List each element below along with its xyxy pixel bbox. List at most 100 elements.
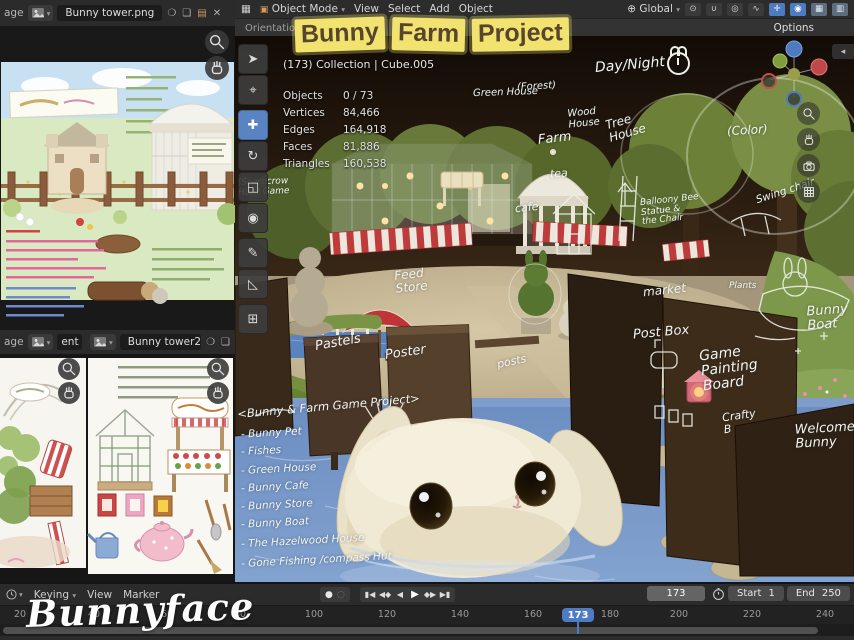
reference-image-bunny-tower[interactable] bbox=[0, 26, 235, 330]
pivot-point-dropdown[interactable]: ⊙ bbox=[685, 3, 701, 16]
viewport-zoom-icon[interactable] bbox=[797, 102, 820, 125]
viewport-scene[interactable]: ➤ ⌖ ✚ ↻ ◱ ◉ ✎ ◺ ⊞ (173) Collection | Cub… bbox=[235, 36, 854, 582]
menu-object[interactable]: Object bbox=[459, 3, 493, 15]
rotate-tool[interactable]: ↻ bbox=[238, 141, 268, 171]
menu-marker[interactable]: Marker bbox=[123, 589, 159, 601]
falloff-curve-icon[interactable]: ∿ bbox=[748, 3, 764, 16]
axis-x-positive bbox=[811, 59, 827, 75]
record-icon[interactable]: ● bbox=[325, 590, 333, 600]
image-filename-clipped[interactable]: ent bbox=[57, 334, 82, 350]
unlink-icon[interactable]: ✕ bbox=[212, 8, 222, 19]
scrollbar-handle[interactable] bbox=[3, 627, 818, 634]
play-button[interactable]: ▶ bbox=[408, 589, 422, 600]
editor-type-label[interactable]: age bbox=[4, 336, 24, 348]
camera-view-icon[interactable] bbox=[797, 154, 820, 177]
stat-triangles: Triangles160,538 bbox=[283, 156, 386, 173]
viewport-pan-hand-icon[interactable] bbox=[797, 128, 820, 151]
zoom-icon[interactable] bbox=[207, 358, 229, 380]
globe-icon: ⊕ bbox=[627, 3, 636, 15]
orthographic-grid-icon[interactable] bbox=[797, 180, 820, 203]
jump-to-start-button[interactable]: ▮◀ bbox=[363, 590, 377, 599]
new-image-icon[interactable]: ❏ bbox=[220, 337, 231, 348]
stopwatch-icon[interactable] bbox=[712, 587, 725, 600]
end-frame-field[interactable]: End 250 bbox=[787, 586, 850, 601]
axis-z-positive bbox=[786, 41, 802, 57]
image-browse-dropdown[interactable]: ▾ bbox=[90, 334, 116, 350]
new-image-icon[interactable]: ❏ bbox=[181, 8, 192, 19]
active-toggle-1-icon[interactable]: ✛ bbox=[769, 3, 785, 16]
playhead[interactable] bbox=[577, 620, 579, 634]
image-filename[interactable]: Bunny tower2.png bbox=[120, 334, 201, 350]
proportional-editing-icon[interactable]: ◎ bbox=[727, 3, 743, 16]
statistics-overlay: Objects0 / 73 Vertices84,466 Edges164,91… bbox=[283, 88, 386, 173]
editor-type-icon[interactable]: ▦ bbox=[241, 3, 251, 15]
transform-orientation-dropdown[interactable]: ⊕ Global ▾ bbox=[627, 3, 680, 15]
options-dropdown[interactable]: Options bbox=[773, 22, 814, 34]
zoom-icon[interactable] bbox=[205, 30, 229, 54]
move-tool[interactable]: ✚ bbox=[238, 110, 268, 140]
image-browse-dropdown[interactable]: ▾ bbox=[28, 334, 54, 350]
editor-type-label[interactable]: age bbox=[4, 7, 24, 19]
mode-label: Object Mode bbox=[272, 3, 338, 15]
transform-tool[interactable]: ◉ bbox=[238, 203, 268, 233]
menu-select[interactable]: Select bbox=[388, 3, 420, 15]
timeline-ruler[interactable]: 20 40 60 80 100 120 140 160 180 200 220 … bbox=[0, 605, 854, 625]
pan-hand-icon[interactable] bbox=[58, 382, 80, 404]
next-keyframe-button[interactable]: ◆▶ bbox=[423, 590, 437, 599]
select-icon: ➤ bbox=[248, 52, 259, 67]
cursor-tool[interactable]: ⌖ bbox=[238, 75, 268, 105]
zoom-icon[interactable] bbox=[58, 358, 80, 380]
scale-icon: ◱ bbox=[247, 180, 259, 195]
project-title-overlay: BunnyFarmProject bbox=[295, 18, 576, 51]
open-folder-icon[interactable]: ▤ bbox=[196, 8, 207, 19]
frame-tick: 40 bbox=[88, 609, 100, 620]
current-frame-field[interactable]: 173 bbox=[647, 586, 705, 601]
annotate-tool[interactable]: ✎ bbox=[238, 238, 268, 268]
active-toggle-2-icon[interactable]: ◉ bbox=[790, 3, 806, 16]
frame-tick: 120 bbox=[378, 609, 396, 620]
overlays-toggle-icon[interactable]: ▦ bbox=[811, 3, 827, 16]
start-value: 1 bbox=[768, 588, 774, 599]
image-editor-bl-header: age ▾ ent bbox=[0, 330, 86, 355]
menu-view[interactable]: View bbox=[87, 589, 112, 601]
mode-dropdown[interactable]: ▣ Object Mode ▾ bbox=[260, 3, 345, 15]
auto-keying-group: ● ◌ bbox=[320, 587, 350, 602]
image-filename[interactable]: Bunny tower.png bbox=[57, 5, 162, 21]
snap-magnet-icon[interactable]: ∪ bbox=[706, 3, 722, 16]
fake-user-shield-icon[interactable]: ❍ bbox=[166, 8, 177, 19]
navigation-gizmo[interactable] bbox=[756, 36, 832, 112]
timeline-editor-dropdown[interactable]: ▾ bbox=[6, 589, 23, 600]
measure-tool[interactable]: ◺ bbox=[238, 269, 268, 299]
timeline-scrollbar[interactable] bbox=[0, 624, 854, 636]
stat-vertices: Vertices84,466 bbox=[283, 105, 386, 122]
axis-x-negative bbox=[762, 74, 776, 88]
image-browse-dropdown[interactable]: ▾ bbox=[28, 5, 54, 21]
bunny-clock-doodle bbox=[667, 52, 690, 75]
image-editor-br-header: ▾ Bunny tower2.png ❍ ❏ bbox=[86, 330, 235, 355]
keying-set-icon[interactable]: ◌ bbox=[337, 590, 345, 600]
chevron-down-icon: ▾ bbox=[676, 5, 680, 14]
pan-hand-icon[interactable] bbox=[207, 382, 229, 404]
sidebar-toggle-tab[interactable]: ◂ bbox=[832, 44, 854, 59]
pan-hand-icon[interactable] bbox=[205, 56, 229, 80]
xray-toggle-icon[interactable]: ▥ bbox=[832, 3, 848, 16]
prev-frame-button[interactable]: ◀ bbox=[393, 590, 407, 599]
menu-view[interactable]: View bbox=[354, 3, 379, 15]
frame-tick: 180 bbox=[601, 609, 619, 620]
chevron-down-icon: ▾ bbox=[109, 338, 113, 347]
add-primitive-tool[interactable]: ⊞ bbox=[238, 304, 268, 334]
menu-keying[interactable]: Keying ▾ bbox=[34, 589, 76, 601]
image-type-icon bbox=[31, 7, 45, 19]
scale-tool[interactable]: ◱ bbox=[238, 172, 268, 202]
tweak-select-tool[interactable]: ➤ bbox=[238, 44, 268, 74]
viewport-header: ▦ ▣ Object Mode ▾ View Select Add Object… bbox=[235, 0, 854, 19]
orientation-setting-label: Orientation bbox=[245, 23, 301, 34]
fake-user-shield-icon[interactable]: ❍ bbox=[205, 337, 216, 348]
menu-add[interactable]: Add bbox=[429, 3, 449, 15]
clock-icon bbox=[6, 589, 17, 600]
start-frame-field[interactable]: Start 1 bbox=[728, 586, 784, 601]
jump-to-end-button[interactable]: ▶▮ bbox=[438, 590, 452, 599]
prev-keyframe-button[interactable]: ◀◆ bbox=[378, 590, 392, 599]
frame-tick: 100 bbox=[305, 609, 323, 620]
object-mode-icon: ▣ bbox=[260, 5, 269, 15]
